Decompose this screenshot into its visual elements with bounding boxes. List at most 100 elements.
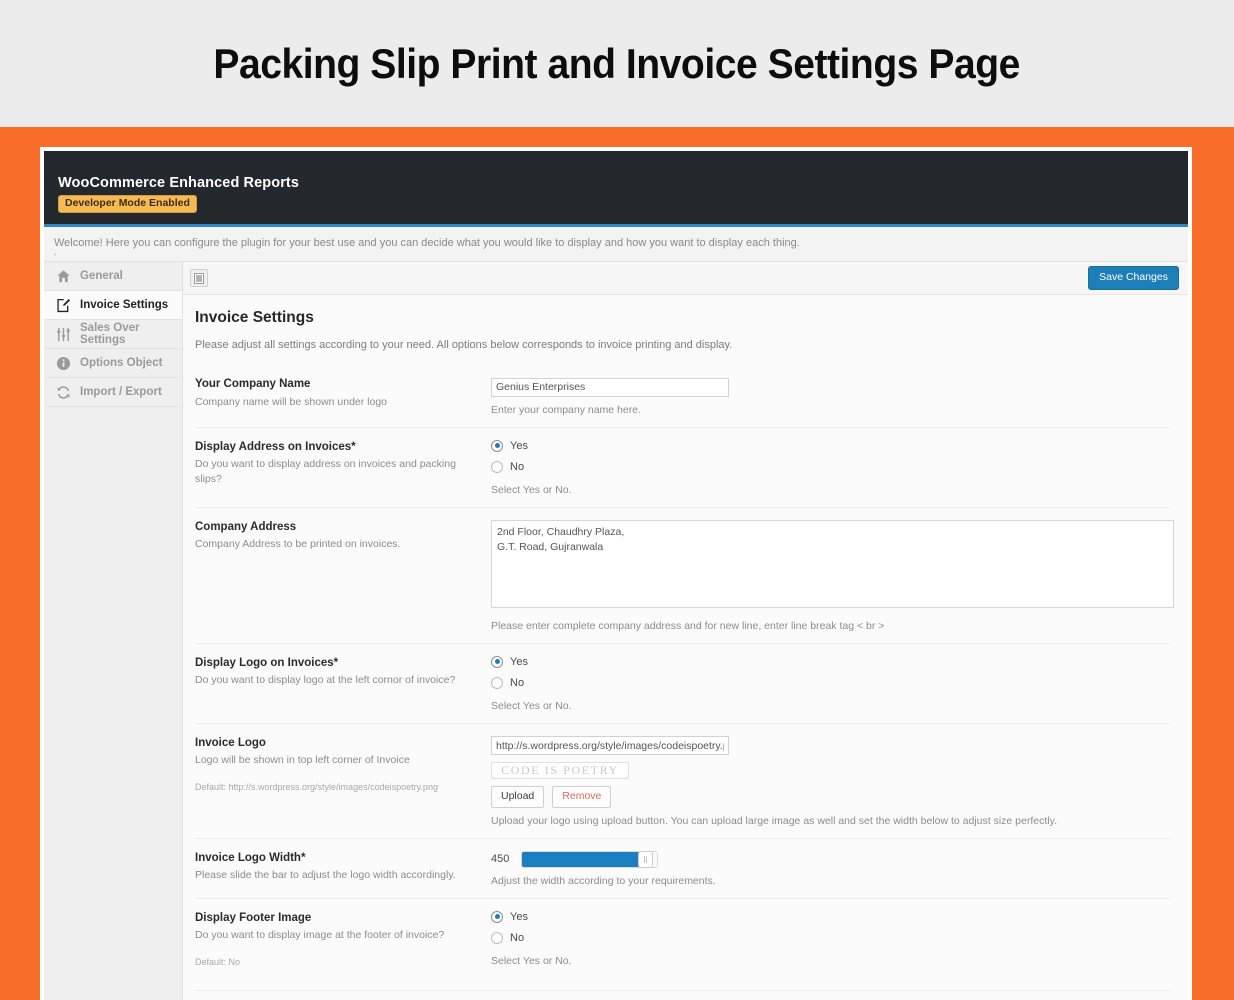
welcome-text: Welcome! Here you can configure the plug…	[54, 237, 800, 249]
field-description: Do you want to display address on invoic…	[195, 458, 456, 485]
panel-toggle-icon[interactable]	[190, 269, 208, 287]
logo-action-buttons: Upload Remove	[491, 786, 1170, 808]
panel-intro: Please adjust all settings according to …	[195, 339, 733, 351]
field-default-value: Default: http://s.wordpress.org/style/im…	[195, 781, 438, 792]
field-description: Company name will be shown under logo	[195, 395, 388, 408]
field-label-block: Display Footer Image Do you want to disp…	[195, 911, 491, 969]
settings-toolbar: Save Changes	[183, 262, 1188, 295]
developer-mode-badge: Developer Mode Enabled	[58, 195, 197, 213]
sidebar-nav: General Invoice Settings Sales Over Sett…	[44, 262, 183, 1000]
field-title: Invoice Logo	[195, 736, 266, 749]
slider-value: 450	[491, 853, 510, 865]
sidebar-item-label: Invoice Settings	[80, 299, 169, 311]
field-control-block: Yes No Select Yes or No.	[491, 910, 1170, 969]
radio-label: Yes	[510, 439, 528, 452]
radio-option-yes[interactable]: Yes	[491, 910, 1170, 923]
field-description: Please slide the bar to adjust the logo …	[195, 869, 456, 882]
field-label-block: Invoice Logo Width* Please slide the bar…	[195, 851, 491, 887]
settings-content: Save Changes Invoice Settings Please adj…	[183, 262, 1188, 1000]
plugin-name: WooCommerce Enhanced Reports	[58, 175, 300, 191]
invoice-logo-url-input[interactable]	[491, 736, 729, 755]
sidebar-item-invoice-settings[interactable]: Invoice Settings	[44, 291, 182, 320]
field-hint: Upload your logo using upload button. Yo…	[491, 814, 1058, 827]
field-label-block: Display Logo on Invoices* Do you want to…	[195, 656, 491, 712]
field-label-block: Your Company Name Company name will be s…	[195, 377, 491, 416]
sidebar-item-import-export[interactable]: Import / Export	[44, 378, 182, 407]
field-label-block: Display Address on Invoices* Do you want…	[195, 440, 491, 496]
field-control-block: Yes No Select Yes or No.	[491, 439, 1170, 496]
field-description: Logo will be shown in top left corner of…	[195, 754, 410, 767]
remove-button[interactable]: Remove	[552, 786, 612, 808]
radio-label: No	[510, 676, 525, 689]
radio-button[interactable]	[491, 676, 503, 689]
radio-label: No	[510, 460, 525, 473]
sidebar-item-label: Options Object	[80, 357, 163, 369]
home-icon	[56, 269, 71, 284]
page-title-banner: Packing Slip Print and Invoice Settings …	[0, 0, 1234, 127]
sidebar-item-label: Import / Export	[80, 386, 162, 398]
welcome-bar: Welcome! Here you can configure the plug…	[44, 227, 1188, 262]
sidebar-item-label: General	[80, 270, 123, 282]
company-name-input[interactable]	[491, 377, 729, 397]
radio-button[interactable]	[491, 439, 503, 452]
field-title: Display Address on Invoices*	[195, 440, 356, 453]
save-changes-button[interactable]: Save Changes	[1088, 266, 1179, 290]
display-logo-radio-group: Yes No	[491, 655, 1170, 689]
slider-fill	[522, 851, 641, 867]
field-title: Your Company Name	[195, 378, 311, 390]
field-hint: Please enter complete company address an…	[491, 619, 885, 632]
field-title: Display Logo on Invoices*	[195, 656, 339, 669]
field-description: Company Address to be printed on invoice…	[195, 538, 401, 551]
field-company-address: Company Address Company Address to be pr…	[195, 506, 1174, 643]
radio-option-yes[interactable]: Yes	[491, 655, 1170, 668]
field-control-block: Yes No Select Yes or No.	[491, 655, 1170, 712]
radio-option-no[interactable]: No	[491, 676, 1170, 689]
field-title: Display Footer Image	[195, 911, 312, 924]
field-logo-width: Invoice Logo Width* Please slide the bar…	[195, 837, 1170, 898]
field-hint: Adjust the width according to your requi…	[491, 874, 716, 887]
sidebar-item-sales-over-settings[interactable]: Sales Over Settings	[44, 320, 182, 349]
radio-option-yes[interactable]: Yes	[491, 439, 1170, 452]
orange-border-frame: WooCommerce Enhanced Reports Developer M…	[0, 127, 1234, 1000]
sync-icon	[56, 385, 71, 400]
radio-label: Yes	[510, 910, 528, 923]
field-title: Invoice Logo Width*	[195, 851, 306, 864]
field-control-block: 450 Adjust the width according to your r…	[491, 850, 1170, 887]
field-label-block: Company Address Company Address to be pr…	[195, 520, 491, 632]
page-title: Packing Slip Print and Invoice Settings …	[213, 39, 1021, 87]
field-hint: Select Yes or No.	[491, 483, 572, 496]
radio-button[interactable]	[491, 655, 503, 668]
section-divider	[195, 990, 1170, 992]
field-title: Company Address	[195, 520, 297, 533]
sliders-icon	[56, 327, 71, 342]
radio-button[interactable]	[491, 931, 503, 944]
footer-image-radio-group: Yes No	[491, 910, 1170, 944]
display-address-radio-group: Yes No	[491, 439, 1170, 473]
field-default-value: Default: No	[195, 956, 241, 967]
field-display-logo: Display Logo on Invoices* Do you want to…	[195, 642, 1170, 723]
radio-label: Yes	[510, 655, 528, 668]
radio-label: No	[510, 931, 525, 944]
radio-button[interactable]	[491, 910, 503, 923]
field-description: Do you want to display logo at the left …	[195, 674, 456, 687]
sidebar-item-label: Sales Over Settings	[80, 322, 140, 346]
field-invoice-logo: Invoice Logo Logo will be shown in top l…	[195, 722, 1170, 838]
upload-button[interactable]: Upload	[491, 786, 545, 808]
field-company-name: Your Company Name Company name will be s…	[195, 365, 1170, 427]
radio-option-no[interactable]: No	[491, 460, 1170, 473]
sidebar-item-general[interactable]: General	[44, 262, 182, 291]
panel-heading: Invoice Settings	[195, 309, 314, 326]
invoice-settings-panel: Invoice Settings Please adjust all setti…	[183, 295, 1188, 992]
field-control-block: Enter your company name here.	[491, 377, 1170, 416]
company-address-textarea[interactable]: 2nd Floor, Chaudhry Plaza, G.T. Road, Gu…	[491, 519, 1174, 608]
sidebar-item-options-object[interactable]: Options Object	[44, 349, 182, 378]
radio-button[interactable]	[491, 460, 503, 473]
field-hint: Enter your company name here.	[491, 403, 641, 416]
field-control-block: CODE IS POETRY Upload Remove Upload your…	[491, 736, 1170, 827]
logo-width-slider[interactable]: 450	[491, 850, 1170, 868]
slider-track[interactable]	[521, 850, 658, 868]
field-hint: Select Yes or No.	[491, 954, 572, 967]
logo-preview-image: CODE IS POETRY	[491, 762, 629, 779]
slider-handle[interactable]	[637, 850, 653, 868]
radio-option-no[interactable]: No	[491, 931, 1170, 944]
